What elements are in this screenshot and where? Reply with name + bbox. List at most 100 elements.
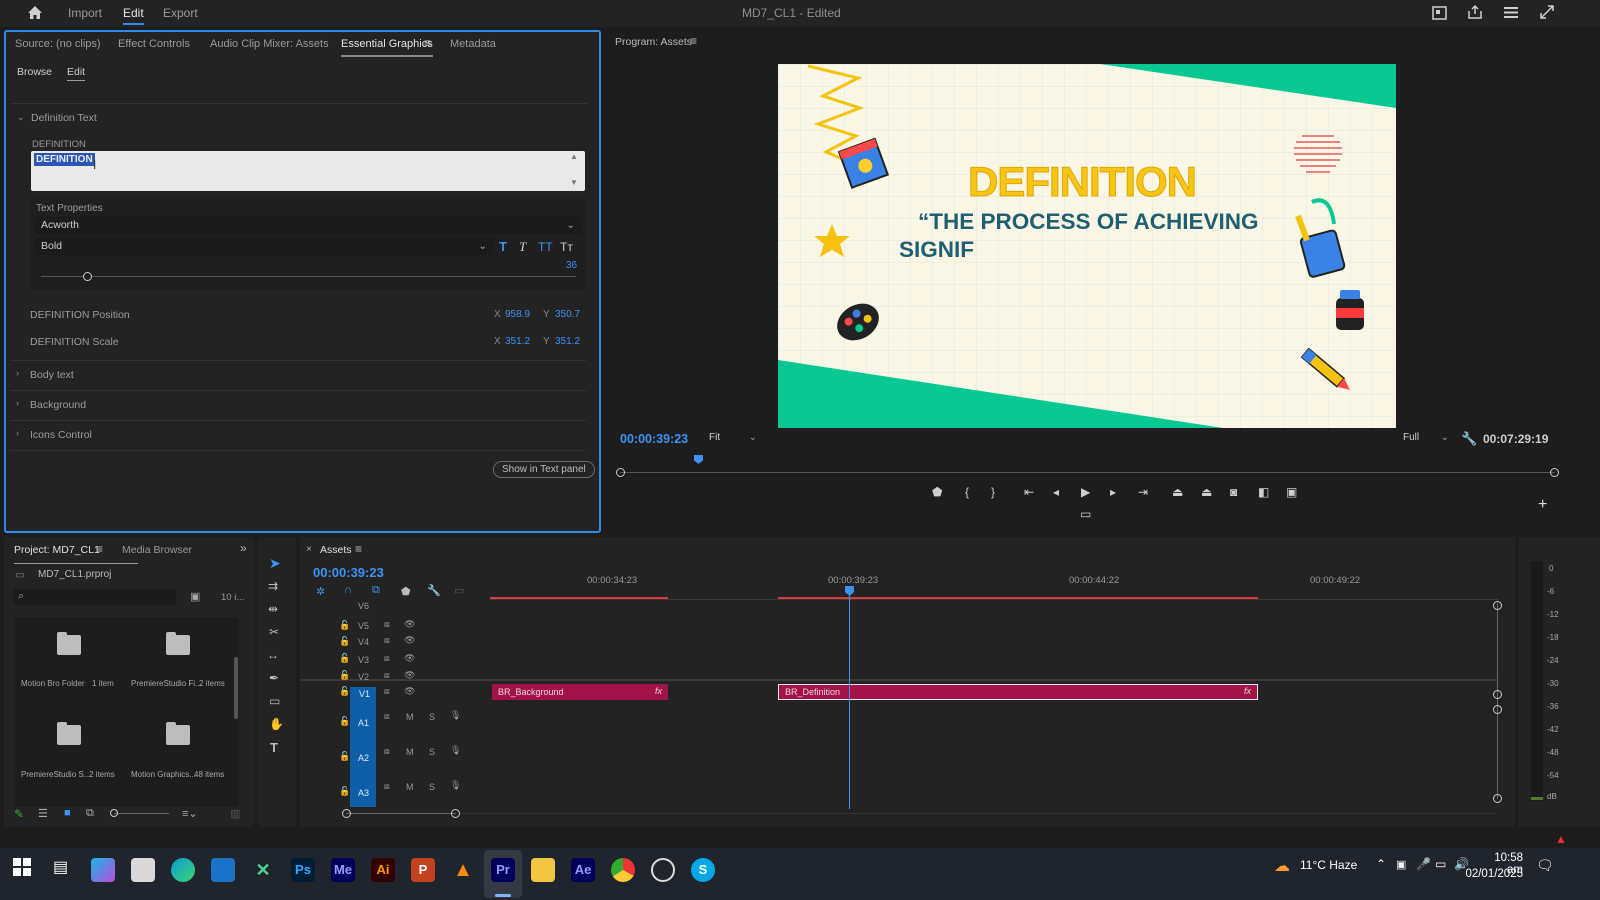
skype-icon[interactable]: S	[691, 858, 715, 882]
lock-icon[interactable]: 🔓	[339, 620, 350, 631]
tab-media-browser[interactable]: Media Browser	[122, 544, 192, 556]
zoom-handle[interactable]	[342, 809, 351, 818]
tab-essential-graphics[interactable]: Essential Graphics	[341, 38, 433, 57]
lock-icon[interactable]: 🔓	[339, 751, 350, 762]
playhead-line[interactable]	[849, 591, 850, 809]
comparison-view-icon[interactable]: ◧	[1258, 485, 1269, 499]
add-marker-icon[interactable]: ⬟	[932, 485, 942, 499]
section-body-text[interactable]: Body text	[30, 369, 74, 381]
tab-metadata[interactable]: Metadata	[450, 38, 496, 50]
section-background[interactable]: Background	[30, 399, 86, 411]
windows-start-icon[interactable]	[13, 858, 31, 876]
quick-export-icon[interactable]	[1432, 6, 1447, 20]
solo-button[interactable]: S	[429, 782, 435, 792]
scrubber-in-handle[interactable]	[616, 468, 625, 477]
sort-icon[interactable]: ≡⌄	[182, 807, 198, 820]
capcut-icon[interactable]: ✕	[251, 858, 275, 882]
track-label-v2[interactable]: V2	[358, 672, 369, 682]
sync-lock-icon[interactable]: ⧈	[384, 686, 390, 697]
menu-export[interactable]: Export	[163, 6, 198, 20]
menu-edit[interactable]: Edit	[123, 6, 144, 25]
mute-button[interactable]: M	[406, 747, 414, 757]
small-caps-button[interactable]: Tт	[560, 240, 573, 254]
tab-assets-sequence[interactable]: Assets	[320, 544, 352, 556]
photoshop-icon[interactable]: Ps	[291, 858, 315, 882]
faux-italic-button[interactable]: T	[519, 239, 526, 255]
task-view-icon[interactable]: ▤	[53, 857, 68, 877]
folder-icon[interactable]	[57, 722, 81, 745]
vr-video-icon[interactable]: ▣	[1286, 485, 1297, 499]
network-icon[interactable]: ▭	[1435, 857, 1446, 871]
sync-lock-icon[interactable]: ⧈	[384, 619, 390, 630]
panel-menu-icon[interactable]: ≡	[424, 36, 431, 50]
tab-browse[interactable]: Browse	[17, 66, 52, 78]
scale-x-value[interactable]: 351.2	[505, 336, 530, 347]
project-search-input[interactable]: ⌕	[14, 589, 176, 605]
clip-br-definition[interactable]: BR_Definition fx	[778, 684, 1258, 700]
go-to-out-icon[interactable]: ⇥	[1138, 485, 1148, 499]
chevron-right-icon[interactable]: ›	[16, 398, 19, 408]
font-size-slider-handle[interactable]	[83, 272, 92, 281]
home-icon[interactable]	[27, 5, 43, 20]
all-caps-button[interactable]: TT	[538, 240, 553, 254]
playhead-handle[interactable]	[845, 586, 854, 596]
wrench-icon[interactable]: 🔧	[1461, 431, 1477, 447]
track-label-a1[interactable]: A1	[358, 718, 369, 728]
hand-tool-icon[interactable]: ✋	[269, 717, 284, 731]
scroll-handle[interactable]	[1493, 794, 1502, 803]
section-icons-control[interactable]: Icons Control	[30, 429, 92, 441]
folder-icon[interactable]	[166, 632, 190, 655]
edge-icon[interactable]	[171, 858, 195, 882]
fullscreen-icon[interactable]	[1540, 5, 1554, 19]
scale-y-value[interactable]: 351.2	[555, 336, 580, 347]
captions-icon[interactable]: ▭	[454, 584, 464, 597]
file-explorer-icon[interactable]	[531, 858, 555, 882]
sync-lock-icon[interactable]: ⧈	[384, 746, 390, 757]
font-dropdown[interactable]: Acworth ⌄	[35, 217, 581, 234]
warning-icon[interactable]: ▲	[1555, 832, 1567, 846]
clip-br-background[interactable]: BR_Background fx	[492, 684, 668, 700]
obs-icon[interactable]	[651, 858, 675, 882]
play-icon[interactable]: ▶	[1081, 485, 1090, 499]
chrome-icon[interactable]	[611, 858, 635, 882]
tab-audio-clip-mixer[interactable]: Audio Clip Mixer: Assets	[210, 38, 329, 50]
mail-icon[interactable]	[211, 858, 235, 882]
microphone-icon[interactable]: 🎤	[1416, 857, 1431, 871]
step-back-icon[interactable]: ◂	[1053, 485, 1059, 499]
expand-panels-icon[interactable]: »	[240, 541, 247, 555]
lock-icon[interactable]: 🔓	[339, 716, 350, 727]
mute-button[interactable]: M	[406, 712, 414, 722]
notifications-icon[interactable]: 🗨	[1536, 857, 1554, 874]
scroll-up-icon[interactable]: ▲	[570, 152, 578, 161]
timeline-vertical-scroll[interactable]	[1497, 603, 1498, 799]
track-label-v3[interactable]: V3	[358, 655, 369, 665]
zoom-handle[interactable]	[451, 809, 460, 818]
font-size-slider-track[interactable]	[41, 276, 576, 277]
position-x-value[interactable]: 958.9	[505, 309, 530, 320]
resolution-dropdown[interactable]: Full ⌄	[1403, 432, 1451, 447]
faux-bold-button[interactable]: T	[499, 239, 507, 254]
microphone-icon[interactable]: 🎙	[450, 780, 461, 791]
razor-tool-icon[interactable]: ✂	[269, 625, 279, 639]
weather-text[interactable]: 11°C Haze	[1300, 858, 1357, 872]
premiere-pro-icon[interactable]: Pr	[491, 858, 515, 882]
selection-tool-icon[interactable]: ➤	[269, 555, 281, 572]
microphone-icon[interactable]: 🎙	[450, 745, 461, 756]
solo-button[interactable]: S	[429, 747, 435, 757]
type-tool-icon[interactable]: T	[270, 740, 278, 755]
track-label-v6[interactable]: V6	[358, 601, 369, 611]
export-frame-icon[interactable]: ◙	[1230, 485, 1237, 499]
section-definition-text[interactable]: Definition Text	[31, 112, 97, 124]
ripple-edit-tool-icon[interactable]: ⇹	[268, 602, 278, 616]
chevron-down-icon[interactable]: ⌄	[17, 112, 25, 123]
track-label-v5[interactable]: V5	[358, 621, 369, 631]
sync-lock-icon[interactable]: ⧈	[384, 670, 390, 681]
tab-edit[interactable]: Edit	[67, 66, 86, 81]
project-scrollbar[interactable]	[234, 657, 238, 719]
chevron-right-icon[interactable]: ›	[16, 368, 19, 378]
folder-icon[interactable]	[166, 722, 190, 745]
clock-date[interactable]: 02/01/2025	[1463, 868, 1523, 880]
scroll-down-icon[interactable]: ▼	[570, 178, 578, 187]
timeline-settings-icon[interactable]: 🔧	[427, 584, 441, 597]
chevron-up-icon[interactable]: ⌃	[1376, 857, 1386, 871]
